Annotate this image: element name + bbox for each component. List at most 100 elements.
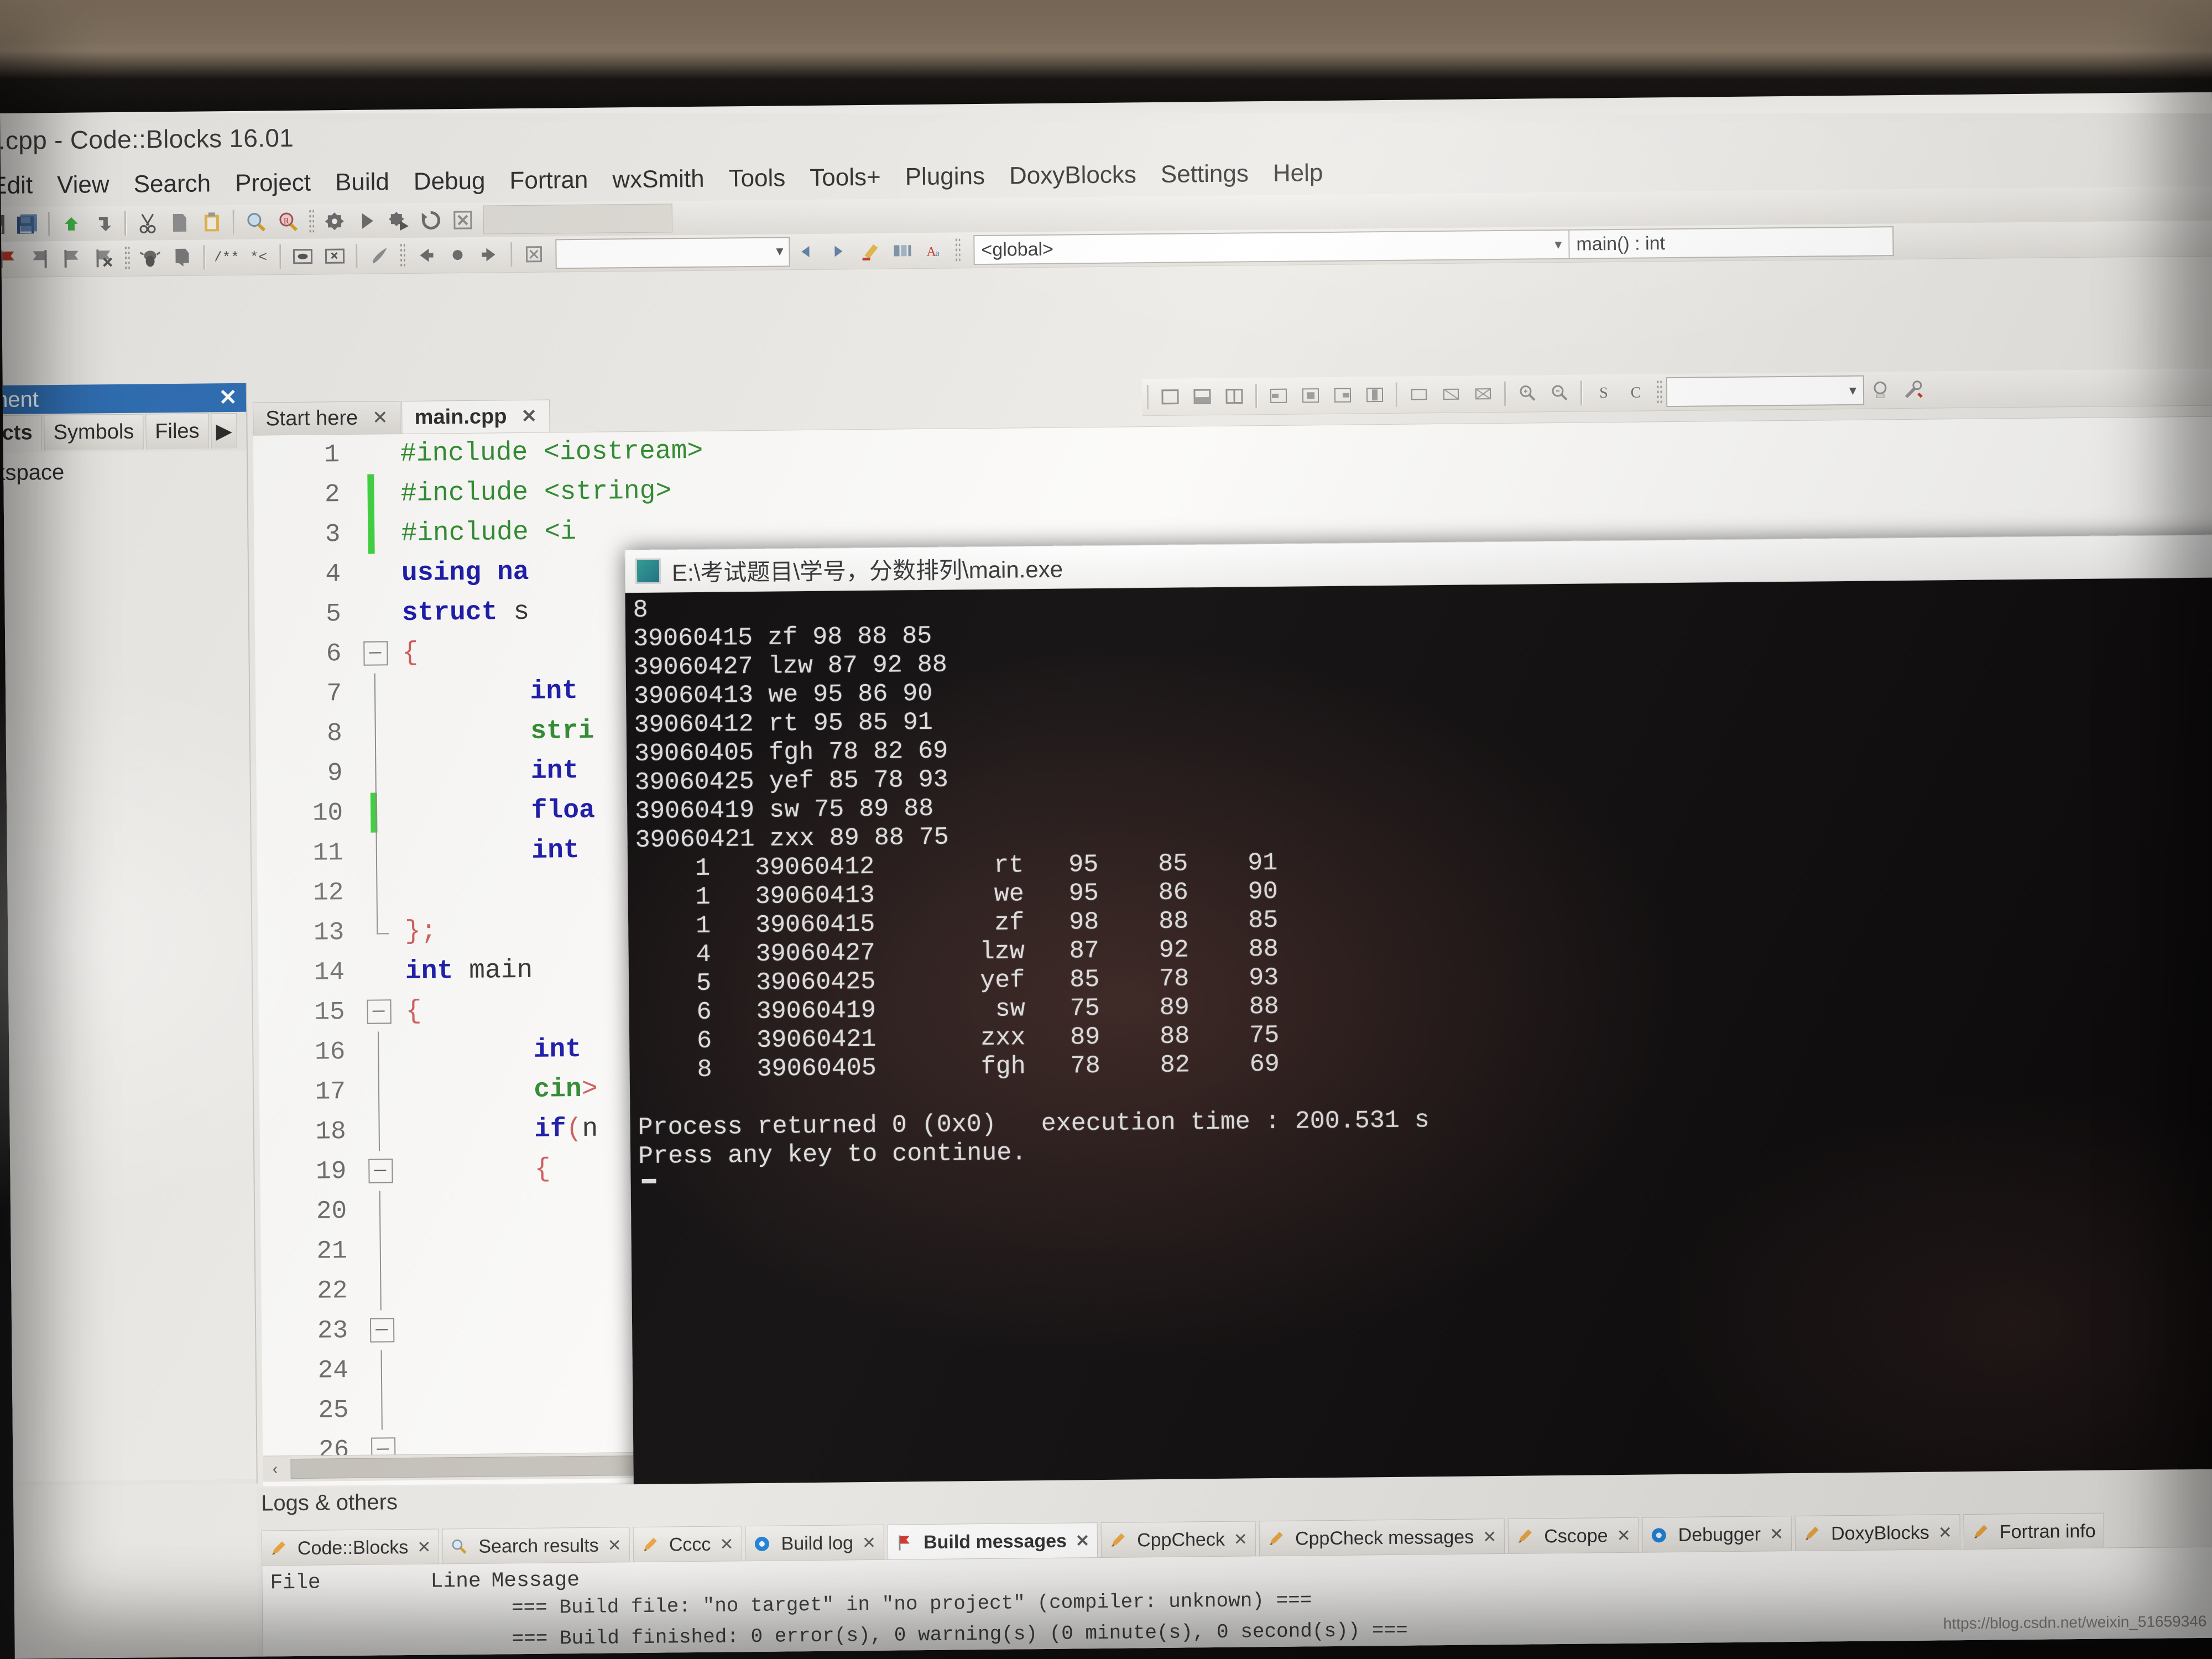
clear-bookmarks-icon[interactable] bbox=[89, 244, 118, 273]
editor-margin[interactable] bbox=[366, 1270, 394, 1311]
find-next-icon[interactable] bbox=[823, 237, 852, 265]
prev-bookmark-icon[interactable] bbox=[25, 244, 54, 273]
logs-tab-build-log[interactable]: Build log ✕ bbox=[745, 1524, 885, 1562]
logs-tab-fortran-info[interactable]: Fortran info bbox=[1963, 1512, 2105, 1551]
build-icon[interactable] bbox=[320, 207, 349, 236]
uncomment-block-icon[interactable]: *< bbox=[244, 242, 273, 271]
logs-tab-search-results[interactable]: Search results ✕ bbox=[442, 1527, 630, 1565]
highlight-icon[interactable] bbox=[855, 237, 884, 265]
editor-margin[interactable] bbox=[364, 1031, 392, 1072]
code-text[interactable]: int main bbox=[391, 956, 533, 987]
toolbar-grip[interactable] bbox=[399, 242, 405, 269]
editor-margin[interactable] bbox=[362, 792, 390, 833]
editor-margin[interactable] bbox=[362, 872, 390, 912]
editor-margin[interactable] bbox=[362, 832, 390, 873]
editor-margin[interactable] bbox=[359, 514, 387, 554]
menu-item-edit[interactable]: Edit bbox=[0, 171, 45, 200]
menu-item-debug[interactable]: Debug bbox=[401, 167, 498, 196]
build-messages-list[interactable]: File Line Message === Build file: "no ta… bbox=[262, 1546, 2212, 1659]
close-icon[interactable]: ✕ bbox=[1234, 1530, 1248, 1549]
editor-tab-main-cpp[interactable]: main.cpp ✕ bbox=[401, 399, 550, 434]
build-and-run-icon[interactable] bbox=[384, 206, 413, 235]
nav-forward-icon[interactable] bbox=[475, 240, 504, 269]
menu-item-fortran[interactable]: Fortran bbox=[497, 166, 600, 195]
code-text[interactable]: if(n bbox=[392, 1114, 598, 1146]
workspace-node[interactable]: rkspace bbox=[0, 458, 241, 486]
code-text[interactable]: using na bbox=[387, 557, 529, 588]
code-text[interactable]: int bbox=[390, 836, 580, 867]
management-tabs-overflow-icon[interactable]: ▶ bbox=[211, 413, 238, 449]
close-icon[interactable]: ✕ bbox=[1770, 1525, 1783, 1544]
breakpoint-icon[interactable] bbox=[0, 245, 22, 274]
editor-margin[interactable] bbox=[361, 713, 389, 753]
debug-continue-icon[interactable] bbox=[135, 243, 164, 272]
editor-margin[interactable] bbox=[358, 434, 387, 474]
save-all-icon[interactable] bbox=[13, 210, 41, 238]
search-icon[interactable] bbox=[242, 207, 270, 236]
code-text[interactable]: #include <i bbox=[387, 517, 576, 549]
fold-toggle-icon[interactable] bbox=[367, 999, 392, 1024]
menu-item-tools-[interactable]: Tools+ bbox=[797, 164, 893, 192]
close-icon[interactable]: ✕ bbox=[372, 406, 388, 429]
menu-item-settings[interactable]: Settings bbox=[1149, 160, 1261, 189]
editor-margin[interactable] bbox=[367, 1350, 395, 1390]
cut-icon[interactable] bbox=[133, 208, 162, 237]
editor-margin[interactable] bbox=[367, 1390, 395, 1430]
code-text[interactable]: int bbox=[392, 1035, 581, 1066]
comment-block-icon[interactable]: /** bbox=[212, 243, 241, 272]
toolbar-grip[interactable] bbox=[308, 208, 315, 234]
editor-margin[interactable] bbox=[367, 1310, 395, 1350]
code-text[interactable]: cin> bbox=[392, 1074, 598, 1107]
rebuild-icon[interactable] bbox=[416, 206, 445, 234]
toolbar-grip[interactable] bbox=[124, 245, 130, 271]
symbol-combo[interactable]: main() : int bbox=[1569, 226, 1894, 259]
editor-margin[interactable] bbox=[360, 633, 388, 673]
scroll-left-icon[interactable]: ‹ bbox=[263, 1460, 287, 1478]
logs-tab-cppcheck[interactable]: CppCheck ✕ bbox=[1100, 1521, 1256, 1559]
close-icon[interactable]: ✕ bbox=[1076, 1531, 1089, 1551]
rename-symbol-icon[interactable] bbox=[364, 241, 393, 270]
close-icon[interactable]: ✕ bbox=[1483, 1527, 1496, 1547]
menu-item-wxsmith[interactable]: wxSmith bbox=[600, 165, 717, 194]
editor-margin[interactable] bbox=[363, 992, 392, 1031]
code-text[interactable]: int bbox=[388, 676, 578, 708]
code-text[interactable]: struct s bbox=[387, 597, 529, 628]
management-tree[interactable]: rkspace bbox=[0, 450, 257, 1482]
replace-icon[interactable]: R bbox=[274, 207, 302, 236]
editor-margin[interactable] bbox=[363, 912, 391, 952]
code-text[interactable]: { bbox=[388, 638, 418, 669]
editor-margin[interactable] bbox=[364, 1071, 393, 1112]
editor-margin[interactable] bbox=[365, 1151, 393, 1191]
debug-step-icon[interactable] bbox=[168, 243, 196, 272]
management-tab-files[interactable]: Files bbox=[145, 413, 209, 450]
logs-tab-cppcheck-messages[interactable]: CppCheck messages ✕ bbox=[1259, 1518, 1505, 1557]
menu-item-help[interactable]: Help bbox=[1261, 159, 1335, 187]
menu-item-view[interactable]: View bbox=[45, 171, 122, 199]
code-text[interactable]: }; bbox=[390, 916, 437, 947]
menu-item-search[interactable]: Search bbox=[121, 170, 223, 199]
close-icon[interactable]: ✕ bbox=[1616, 1526, 1630, 1545]
code-text[interactable]: { bbox=[393, 1155, 551, 1186]
code-text[interactable]: #include <string> bbox=[386, 476, 671, 509]
editor-margin[interactable] bbox=[366, 1230, 394, 1271]
abort-icon[interactable] bbox=[448, 206, 477, 234]
editor-tab-start-here[interactable]: Start here ✕ bbox=[253, 401, 401, 435]
fold-toggle-icon[interactable] bbox=[363, 641, 388, 666]
menu-item-build[interactable]: Build bbox=[323, 168, 401, 196]
code-text[interactable]: floa bbox=[389, 796, 595, 828]
logs-tab-build-messages[interactable]: Build messages ✕ bbox=[887, 1522, 1098, 1561]
editor-margin[interactable] bbox=[366, 1191, 394, 1231]
run-icon[interactable] bbox=[352, 206, 381, 235]
find-prev-icon[interactable] bbox=[791, 237, 820, 266]
management-tab-ects[interactable]: ects bbox=[0, 415, 42, 451]
console-output[interactable]: 8 39060415 zf 98 88 85 39060427 lzw 87 92 … bbox=[625, 577, 2212, 1518]
management-tab-symbols[interactable]: Symbols bbox=[44, 414, 144, 451]
nav-back-icon[interactable] bbox=[411, 241, 440, 269]
logs-tab-debugger[interactable]: Debugger ✕ bbox=[1642, 1516, 1792, 1553]
console-window[interactable]: E:\考试题目\学号，分数排列\main.exe 8 39060415 zf 98… bbox=[624, 534, 2212, 1518]
toolbar-search-input[interactable]: ▾ bbox=[555, 237, 790, 269]
select-all-occurrences-icon[interactable] bbox=[888, 236, 916, 265]
editor-margin[interactable] bbox=[361, 673, 389, 713]
toolbar-grip[interactable] bbox=[954, 237, 961, 263]
menu-item-project[interactable]: Project bbox=[223, 169, 323, 197]
